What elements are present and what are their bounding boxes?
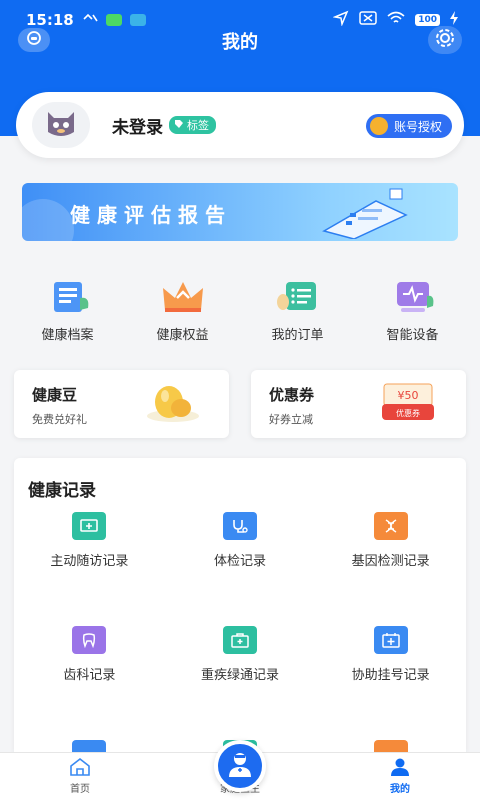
cat-avatar-icon [42,106,80,144]
record-item-label: 重疾绿通记录 [200,668,279,683]
banner-decoration [22,199,74,241]
user-icon [389,757,411,777]
bean-icon [145,382,201,424]
quick-entry-label: 智能设备 [386,328,439,343]
quick-entry-label: 我的订单 [271,328,324,343]
quick-entry-label: 健康档案 [41,328,94,343]
record-item-physical-exam[interactable]: 体检记录 [165,512,316,580]
health-bean-card[interactable]: 健康豆 免费兑好礼 [14,370,229,438]
quick-entry-label: 健康权益 [156,328,209,343]
record-item-followup[interactable]: 主动随访记录 [14,512,165,580]
smart-device-icon [389,278,437,316]
quick-entry-health-file[interactable]: 健康档案 [10,278,125,348]
coupon-label: 优惠券 [396,408,420,418]
coupon-value: ¥50 [398,389,419,402]
tooth-icon [72,626,107,654]
health-file-icon [44,278,92,316]
record-item-label: 协助挂号记录 [351,668,430,683]
account-auth-label: 账号授权 [393,119,442,134]
quick-entry-health-rights[interactable]: 健康权益 [125,278,240,348]
record-item-gene-test[interactable]: 基因检测记录 [315,512,466,580]
top-bar: 我的 [0,22,480,60]
service-button[interactable] [18,28,50,52]
home-icon [69,757,91,777]
dna-icon [373,512,408,540]
followup-icon [72,512,107,540]
health-report-banner[interactable]: 健康评估报告 [22,183,458,241]
quick-entry-my-orders[interactable]: 我的订单 [240,278,355,348]
record-item-critical-illness[interactable]: 重疾绿通记录 [165,626,316,694]
settings-button[interactable] [428,26,462,54]
settings-gear-icon [434,27,456,53]
tag-icon [174,119,184,132]
avatar[interactable] [32,102,90,148]
health-records-section: 健康记录 主动随访记录 体检记录 基因检测记录 齿科记录 重疾绿通记录 协助挂号… [14,458,466,768]
quick-entry-smart-device[interactable]: 智能设备 [355,278,470,348]
record-item-label: 基因检测记录 [351,554,430,569]
quick-entry-grid: 健康档案 健康权益 我的订单 智能设备 [10,278,470,348]
family-doctor-button[interactable] [214,740,266,792]
service-icon [25,30,43,50]
record-item-label: 主动随访记录 [50,554,129,569]
record-item-label: 齿科记录 [63,668,116,683]
tab-label: 首页 [70,784,90,795]
user-tag[interactable]: 标签 [169,116,216,134]
record-item-label: 体检记录 [213,554,266,569]
record-item-dental[interactable]: 齿科记录 [14,626,165,694]
health-records-title: 健康记录 [28,481,96,501]
auth-coin-icon [369,117,388,135]
tab-mine[interactable]: 我的 [320,753,480,800]
tab-label: 我的 [390,784,410,795]
calendar-plus-icon [373,626,408,654]
tab-home[interactable]: 首页 [0,753,160,800]
record-item-registration[interactable]: 协助挂号记录 [315,626,466,694]
medkit-icon [222,626,257,654]
banner-text: 健康评估报告 [70,203,232,227]
profile-card[interactable]: 未登录 标签 账号授权 [16,92,464,158]
coupon-icon: ¥50 优惠券 [378,382,438,424]
doctor-icon [226,750,254,782]
crown-icon [159,278,207,316]
stethoscope-icon [222,512,257,540]
order-list-icon [274,278,322,316]
page-title: 我的 [222,32,258,53]
account-auth-button[interactable]: 账号授权 [365,114,452,138]
user-name[interactable]: 未登录 [112,113,163,138]
report-illustration-icon [306,187,416,241]
coupon-card[interactable]: 优惠券 好券立减 ¥50 优惠券 [251,370,466,438]
user-tag-label: 标签 [187,119,209,132]
promo-cards: 健康豆 免费兑好礼 优惠券 好券立减 ¥50 优惠券 [14,370,466,438]
